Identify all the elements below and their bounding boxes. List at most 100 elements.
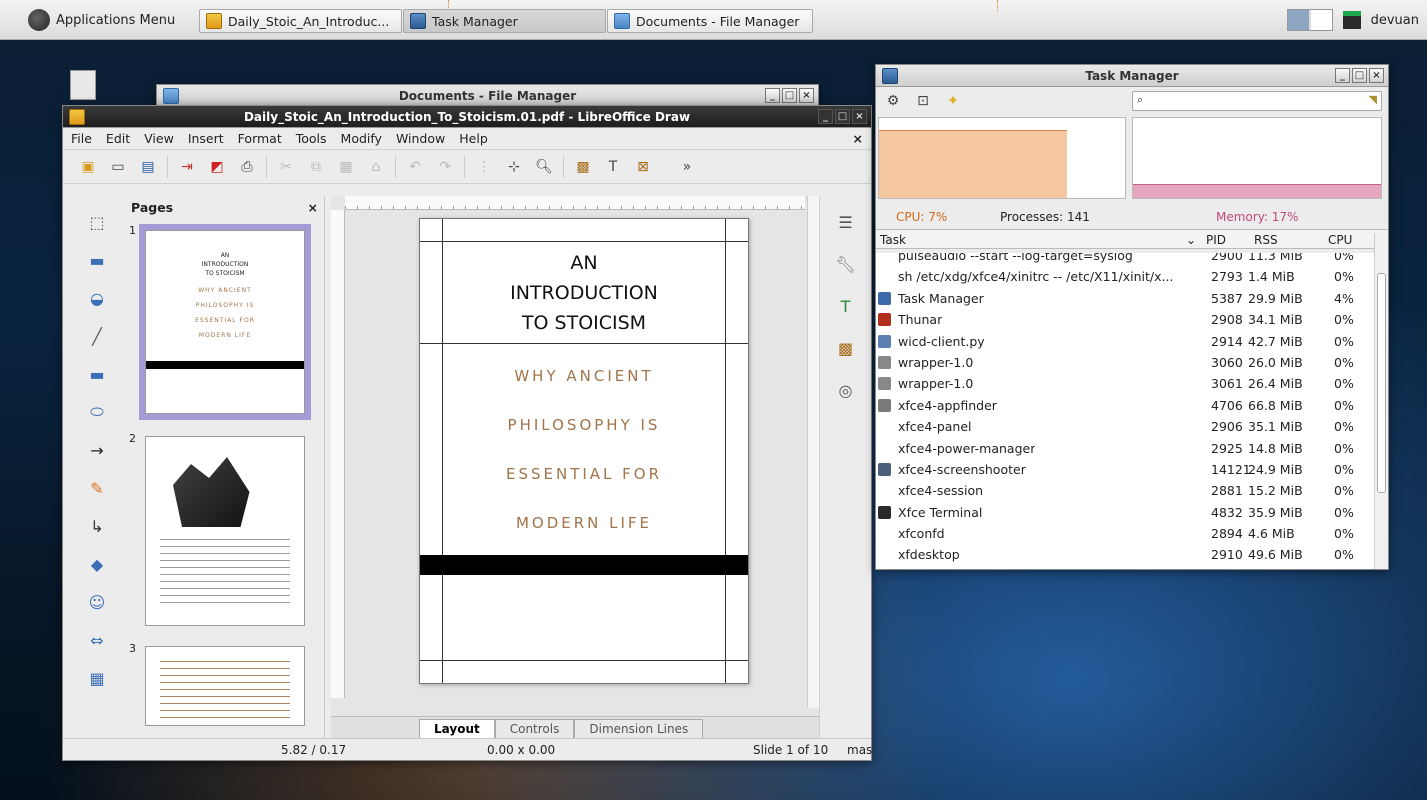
menu-edit[interactable]: Edit (106, 131, 130, 146)
process-row[interactable]: xfce4-appfinder 4706 66.8 MiB 0% (876, 395, 1374, 416)
star-icon[interactable]: ✦ (942, 90, 964, 112)
text-box-icon[interactable]: T (602, 156, 624, 178)
process-row[interactable]: Thunar 2908 34.1 MiB 0% (876, 309, 1374, 330)
task-manager-titlebar[interactable]: Task Manager _ □ × (876, 65, 1388, 87)
undo-icon[interactable]: ↶ (404, 156, 426, 178)
paste-icon[interactable]: ▦ (335, 156, 357, 178)
sidebar-menu-icon[interactable]: ☰ (826, 210, 866, 234)
applications-menu-button[interactable]: Applications Menu (28, 9, 175, 31)
select-icon[interactable]: ⬚ (77, 210, 117, 234)
export-pdf-icon[interactable]: ◩ (206, 156, 228, 178)
column-pid[interactable]: PID (1206, 233, 1226, 247)
desktop-file-icon[interactable] (70, 70, 96, 100)
user-label[interactable]: devuan (1371, 13, 1419, 28)
gallery-icon[interactable]: ▩ (826, 336, 866, 360)
curve-icon[interactable]: ✎ (77, 476, 117, 500)
maximize-button[interactable]: □ (782, 88, 797, 103)
navigator-icon[interactable]: ◎ (826, 378, 866, 402)
menu-insert[interactable]: Insert (188, 131, 224, 146)
sort-chevron-icon[interactable]: ⌄ (1186, 233, 1196, 247)
line-color-icon[interactable]: ▬ (77, 248, 117, 272)
process-row[interactable]: xfdesktop 2910 49.6 MiB 0% (876, 544, 1374, 565)
menu-tools[interactable]: Tools (296, 131, 327, 146)
page-1[interactable]: AN INTRODUCTION TO STOICISM WHY ANCIENT … (419, 218, 749, 684)
image-icon[interactable]: ▩ (572, 156, 594, 178)
task-button-task-manager[interactable]: Task Manager (403, 9, 606, 33)
block-arrows-icon[interactable]: ⇔ (77, 628, 117, 652)
menu-format[interactable]: Format (238, 131, 282, 146)
settings-icon[interactable]: ⚙ (882, 90, 904, 112)
clone-formatting-icon[interactable]: ⌂ (365, 156, 387, 178)
column-cpu[interactable]: CPU (1328, 233, 1352, 247)
rectangle-icon[interactable]: ▬ (77, 362, 117, 386)
properties-icon[interactable]: 🔧︎ (826, 252, 866, 276)
close-button[interactable]: × (1369, 68, 1384, 83)
workspace-switcher[interactable] (1286, 9, 1333, 31)
cut-icon[interactable]: ✂ (275, 156, 297, 178)
menu-window[interactable]: Window (396, 131, 445, 146)
menu-view[interactable]: View (144, 131, 174, 146)
tab-layout[interactable]: Layout (419, 719, 495, 738)
new-icon[interactable]: ▣ (77, 156, 99, 178)
helplines-icon[interactable]: ⊹ (503, 156, 525, 178)
symbol-shapes-icon[interactable]: ☺ (77, 590, 117, 614)
maximize-button[interactable]: □ (1352, 68, 1367, 83)
terminal-tray-icon[interactable] (1342, 11, 1361, 29)
close-document-icon[interactable]: × (853, 131, 863, 146)
process-row[interactable]: pulseaudio --start --log-target=syslog 29… (876, 253, 1374, 266)
process-row[interactable]: xfce4-power-manager 2925 14.8 MiB 0% (876, 438, 1374, 459)
basic-shapes-icon[interactable]: ◆ (77, 552, 117, 576)
page-thumbnail-2[interactable] (145, 436, 305, 626)
page-thumbnail-3[interactable] (145, 646, 305, 726)
process-row[interactable]: Task Manager 5387 29.9 MiB 4% (876, 288, 1374, 309)
clear-search-icon[interactable]: ◥ (1369, 93, 1377, 106)
page-thumbnail-1[interactable]: AN INTRODUCTION TO STOICISM WHY ANCIENT … (139, 224, 311, 420)
search-input[interactable]: ⌕ ◥ (1132, 91, 1382, 111)
minimize-button[interactable]: _ (818, 109, 833, 124)
task-button-draw[interactable]: Daily_Stoic_An_Introduc... (199, 9, 402, 33)
process-row[interactable]: wrapper-1.0 3060 26.0 MiB 0% (876, 352, 1374, 373)
fill-color-icon[interactable]: ◒ (77, 286, 117, 310)
flowchart-icon[interactable]: ▦ (77, 666, 117, 690)
column-rss[interactable]: RSS (1254, 233, 1278, 247)
redo-icon[interactable]: ↷ (434, 156, 456, 178)
more-tools-icon[interactable]: » (676, 156, 698, 178)
fontwork-icon[interactable]: ⊠ (632, 156, 654, 178)
save-icon[interactable]: ▤ (137, 156, 159, 178)
copy-icon[interactable]: ⧉ (305, 156, 327, 178)
process-row[interactable]: sh /etc/xdg/xfce4/xinitrc -- /etc/X11/xi… (876, 266, 1374, 287)
ellipse-icon[interactable]: ⬭ (77, 400, 117, 424)
print-icon[interactable]: ⎙ (236, 156, 258, 178)
open-icon[interactable]: ▭ (107, 156, 129, 178)
column-task[interactable]: Task (880, 233, 906, 247)
export-icon[interactable]: ⇥ (176, 156, 198, 178)
draw-titlebar[interactable]: Daily_Stoic_An_Introduction_To_Stoicism.… (63, 106, 871, 128)
close-button[interactable]: × (799, 88, 814, 103)
process-row[interactable]: xfconfd 2894 4.6 MiB 0% (876, 523, 1374, 544)
minimize-button[interactable]: _ (1335, 68, 1350, 83)
process-row[interactable]: xfce4-panel 2906 35.1 MiB 0% (876, 416, 1374, 437)
minimize-button[interactable]: _ (765, 88, 780, 103)
menu-modify[interactable]: Modify (341, 131, 382, 146)
process-row[interactable]: wicd-client.py 2914 42.7 MiB 0% (876, 331, 1374, 352)
line-icon[interactable]: ╱ (77, 324, 117, 348)
task-button-file-manager[interactable]: Documents - File Manager (607, 9, 813, 33)
close-pane-icon[interactable]: × (308, 200, 318, 215)
file-manager-titlebar[interactable]: Documents - File Manager _ □ × (157, 85, 818, 107)
zoom-icon[interactable]: 🔍︎ (533, 156, 555, 178)
arrow-line-icon[interactable]: → (77, 438, 117, 462)
process-row[interactable]: xfce4-session 2881 15.2 MiB 0% (876, 480, 1374, 501)
process-row[interactable]: Xfce Terminal 4832 35.9 MiB 0% (876, 502, 1374, 523)
drawing-canvas[interactable]: AN INTRODUCTION TO STOICISM WHY ANCIENT … (331, 196, 819, 738)
styles-icon[interactable]: T (826, 294, 866, 318)
maximize-button[interactable]: □ (835, 109, 850, 124)
menu-help[interactable]: Help (459, 131, 488, 146)
tab-controls[interactable]: Controls (494, 719, 575, 738)
connector-icon[interactable]: ↳ (77, 514, 117, 538)
process-row[interactable]: wrapper-1.0 3061 26.4 MiB 0% (876, 373, 1374, 394)
process-scrollbar[interactable] (1374, 233, 1388, 569)
window-select-icon[interactable]: ⊡ (912, 90, 934, 112)
tab-dimension-lines[interactable]: Dimension Lines (574, 719, 704, 738)
vertical-scrollbar[interactable] (807, 196, 819, 708)
grid-icon[interactable]: ⋮ (473, 156, 495, 178)
